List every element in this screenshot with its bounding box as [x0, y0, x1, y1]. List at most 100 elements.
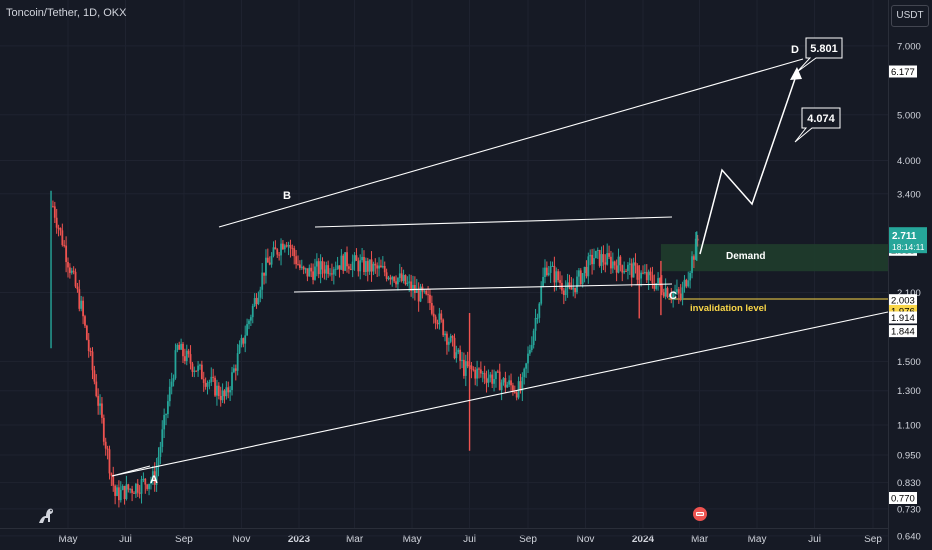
candle-body	[515, 392, 518, 398]
candle-body	[551, 265, 554, 267]
candle-body	[208, 382, 211, 384]
candle-body	[214, 377, 216, 396]
candle-body	[383, 265, 386, 273]
candle-body	[253, 298, 256, 307]
candle-body	[693, 256, 695, 260]
chart-background	[0, 0, 932, 550]
candle-body	[59, 228, 62, 231]
candle-body	[366, 261, 369, 272]
candle-body	[423, 290, 426, 292]
candle-body	[625, 270, 627, 272]
candle-body	[527, 353, 529, 364]
candle-body	[615, 265, 618, 273]
candle-body	[574, 287, 577, 293]
candle-body	[349, 268, 352, 270]
candle-body	[72, 270, 75, 272]
candle-body	[327, 265, 330, 274]
candle-body	[487, 377, 490, 383]
candle-body	[140, 479, 143, 494]
candle-body	[95, 381, 98, 396]
candle-body	[78, 289, 81, 309]
candle-body	[634, 262, 637, 266]
candle-body	[93, 370, 96, 382]
last-price-value: 2.711	[892, 231, 917, 242]
candle-body	[146, 484, 149, 489]
candle-body	[627, 264, 629, 271]
candle-body	[617, 256, 620, 273]
candle-body	[530, 345, 533, 351]
candle-body	[495, 371, 497, 380]
candle-body	[380, 265, 382, 268]
candle-body	[85, 325, 88, 340]
candle-body	[478, 368, 480, 370]
candle-body	[611, 261, 614, 269]
candle-body	[455, 352, 458, 359]
candle-body	[334, 268, 337, 270]
candle-body	[479, 369, 482, 374]
candle-body	[576, 276, 578, 293]
candle-body	[212, 376, 215, 378]
candle-body	[168, 386, 171, 402]
candle-body	[285, 245, 288, 247]
candle-body	[594, 250, 597, 259]
candle-body	[440, 313, 443, 320]
candle-body	[544, 267, 546, 278]
candle-body	[591, 254, 593, 265]
candle-body	[578, 270, 580, 277]
price-tag-label: 6.177	[891, 67, 915, 78]
candle-body	[404, 275, 407, 285]
candle-body	[133, 492, 135, 494]
candle-body	[63, 244, 66, 246]
candle-body	[116, 487, 118, 496]
candle-body	[193, 370, 196, 372]
price-chart[interactable]: May Jul Sep Nov 2023 Mar May Jul Sep Nov 2024 Mar Ma…	[0, 0, 932, 550]
candle-body	[331, 273, 333, 275]
candle-body	[447, 341, 450, 345]
y-tick-label: 0.730	[897, 504, 921, 515]
candle-body	[306, 268, 309, 277]
target-5801-value: 5.801	[810, 43, 838, 55]
candle-body	[583, 266, 586, 274]
candle-body	[336, 265, 339, 269]
candle-body	[557, 271, 560, 281]
candle-body	[585, 266, 588, 277]
candle-body	[643, 272, 646, 274]
candle-body	[134, 483, 137, 494]
candle-body	[621, 265, 624, 273]
candle-body	[332, 269, 335, 275]
invalidation-label: invalidation level	[690, 303, 767, 314]
candle-body	[363, 256, 365, 273]
candle-body	[76, 286, 79, 290]
demand-label: Demand	[726, 251, 765, 262]
candle-body	[436, 322, 439, 325]
candle-body	[640, 272, 643, 279]
candle-body	[430, 303, 433, 314]
candle-body	[491, 374, 494, 384]
currency-button[interactable]: USDT	[891, 5, 929, 27]
y-tick-label: 1.500	[897, 357, 921, 368]
candle-body	[376, 265, 379, 269]
event-marker-icon[interactable]	[692, 506, 708, 522]
candle-body	[691, 256, 693, 273]
candle-body	[361, 256, 363, 261]
candle-body	[321, 261, 324, 270]
candle-body	[483, 372, 486, 379]
candle-body	[542, 277, 544, 287]
candle-body	[221, 390, 224, 401]
candle-body	[170, 381, 173, 387]
candle-body	[82, 300, 84, 317]
candle-body	[89, 351, 92, 353]
candle-body	[266, 257, 269, 263]
candle-body	[329, 273, 331, 275]
candle-body	[323, 269, 326, 274]
candle-body	[242, 338, 245, 344]
candle-body	[547, 272, 550, 276]
candle-body	[136, 483, 139, 493]
candle-body	[310, 267, 313, 272]
candle-body	[182, 343, 184, 357]
candle-body	[476, 368, 478, 379]
candle-body	[206, 382, 209, 387]
candle-body	[566, 282, 569, 289]
candle-body	[272, 247, 275, 256]
candle-body	[249, 317, 252, 321]
